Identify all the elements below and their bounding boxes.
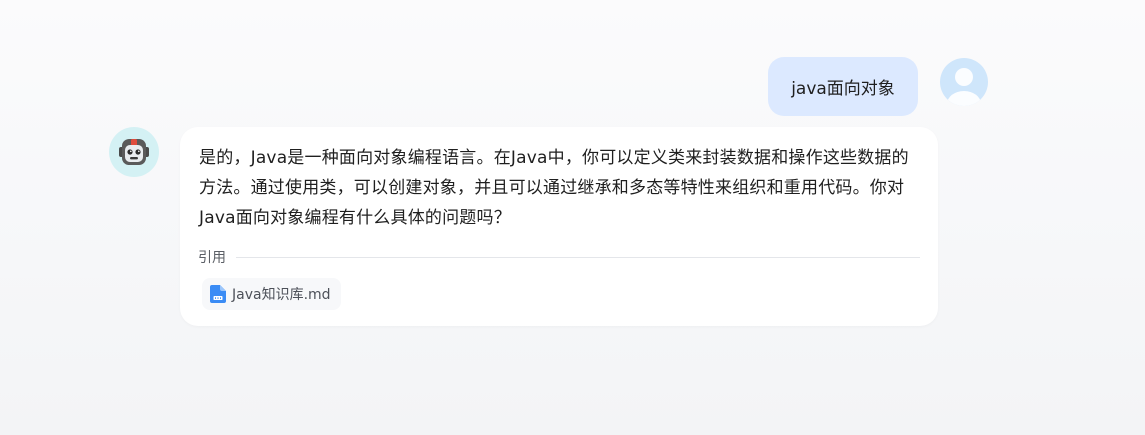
bot-message-text: 是的，Java是一种面向对象编程语言。在Java中，你可以定义类来封装数据和操作…: [199, 148, 909, 228]
reference-section-header: 引用: [198, 246, 920, 268]
reference-file-name: Java知识库.md: [232, 287, 331, 303]
user-avatar-icon: [940, 58, 988, 106]
user-message-text: java面向对象: [791, 79, 895, 99]
robot-avatar-icon: [109, 127, 159, 177]
markdown-file-icon: [210, 285, 226, 303]
chat-conversation: java面向对象 是的，Java是一种面向对象编程语言。在Java中，你可以定义…: [0, 0, 1145, 435]
reference-label: 引用: [198, 250, 226, 266]
bot-message-card: 是的，Java是一种面向对象编程语言。在Java中，你可以定义类来封装数据和操作…: [180, 127, 938, 326]
user-message-bubble: java面向对象: [768, 57, 918, 116]
reference-file-chip[interactable]: Java知识库.md: [202, 278, 341, 310]
reference-divider: [236, 256, 920, 258]
